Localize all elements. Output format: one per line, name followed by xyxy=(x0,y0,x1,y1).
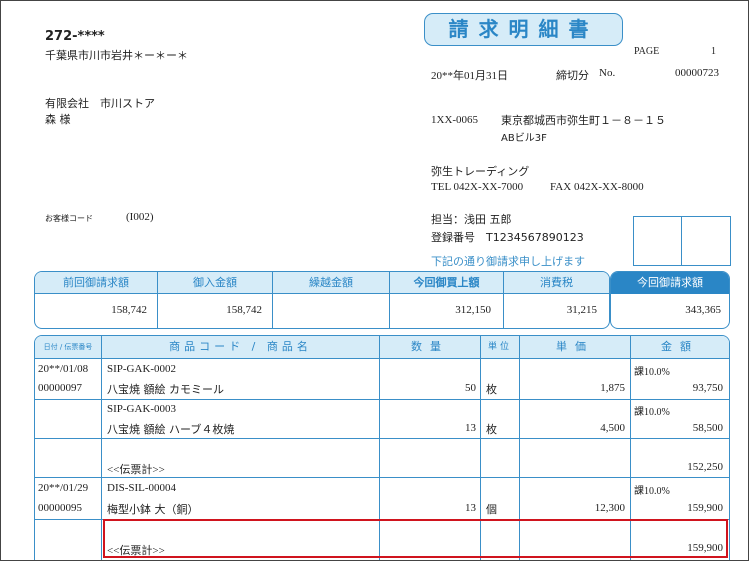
row1-name: 八宝焼 額絵 カモミール xyxy=(107,383,224,396)
summary-header-payment: 御入金額 xyxy=(158,272,272,294)
sender-tel: TEL 042X-XX-7000 xyxy=(431,181,524,193)
summary-header-previous: 前回御請求額 xyxy=(35,272,157,294)
row2-qty: 13 xyxy=(465,422,476,434)
stamp-box xyxy=(633,216,731,266)
summary-header-carryover: 繰越金額 xyxy=(273,272,389,294)
sender-staff: 担当：浅田 五郎 xyxy=(431,213,512,226)
summary-value-purchase: 312,150 xyxy=(455,304,491,316)
details-header-row: 日付 / 伝票番号 商品コード / 商品名 数量 単位 単価 金額 xyxy=(35,336,729,359)
customer-postal: 272-**** xyxy=(45,29,105,44)
row2-name: 八宝焼 額絵 ハーブ４枚焼 xyxy=(107,423,235,436)
row2-unit: 枚 xyxy=(486,423,497,436)
row1-date: 20**/01/08 xyxy=(38,363,89,375)
summary-header-tax: 消費税 xyxy=(504,272,609,294)
header-qty: 数量 xyxy=(411,340,449,353)
summary-box: 前回御請求額 御入金額 繰越金額 今回御買上額 消費税 158,742 158,… xyxy=(34,271,610,329)
row2-code: SIP-GAK-0003 xyxy=(107,403,177,415)
row1-tax: 課10.0% xyxy=(634,367,670,378)
row2-tax: 課10.0% xyxy=(634,407,670,418)
page-label: PAGE xyxy=(634,46,660,57)
row2-price: 4,500 xyxy=(600,422,625,434)
row4-qty: 13 xyxy=(465,502,476,514)
customer-code-label: お客様コード xyxy=(45,214,93,223)
customer-person: 森 様 xyxy=(45,113,71,126)
document-title: 請求明細書 xyxy=(424,13,623,46)
row4-date: 20**/01/29 xyxy=(38,482,89,494)
sender-company: 弥生トレーディング xyxy=(431,165,530,178)
highlight-box xyxy=(103,519,728,558)
row1-code: SIP-GAK-0002 xyxy=(107,363,177,375)
summary-value-payment: 158,742 xyxy=(226,304,262,316)
header-date-slip: 日付 / 伝票番号 xyxy=(43,343,93,351)
row1-unit: 枚 xyxy=(486,383,497,396)
invoice-page: 272-**** 千葉県市川市岩井＊ー＊ー＊ 有限会社 市川ストア 森 様 お客… xyxy=(0,0,749,561)
summary-value-previous: 158,742 xyxy=(111,304,147,316)
row4-price: 12,300 xyxy=(594,502,625,514)
row1-price: 1,875 xyxy=(600,382,625,394)
row1-qty: 50 xyxy=(465,382,476,394)
row3-amount: 152,250 xyxy=(687,461,723,473)
row3-slip-total-label: <<伝票計>> xyxy=(107,464,165,476)
customer-code: (I002) xyxy=(126,211,154,223)
invoice-note: 下記の通り御請求申し上げます xyxy=(431,255,585,268)
summary-header-purchase: 今回御買上額 xyxy=(390,272,503,294)
total-billing-header: 今回御請求額 xyxy=(611,272,729,294)
header-price: 単価 xyxy=(556,340,594,353)
row4-amount: 159,900 xyxy=(687,502,723,514)
closing-label: 締切分 xyxy=(556,69,589,82)
header-unit: 単位 xyxy=(487,342,512,352)
row2-amount: 58,500 xyxy=(692,422,723,434)
page-number: 1 xyxy=(711,46,716,57)
sender-building: ABビル3F xyxy=(501,133,547,144)
invoice-number: 00000723 xyxy=(675,67,719,79)
number-label: No. xyxy=(599,67,616,79)
customer-address: 千葉県市川市岩井＊ー＊ー＊ xyxy=(45,49,188,62)
row4-tax: 課10.0% xyxy=(634,486,670,497)
invoice-date: 20**年01月31日 xyxy=(431,70,508,82)
header-item: 商品コード / 商品名 xyxy=(169,340,312,353)
row4-name: 梅型小鉢 大（銅） xyxy=(107,503,199,516)
sender-reg-number: 登録番号 T1234567890123 xyxy=(431,231,584,244)
total-billing-value: 343,365 xyxy=(685,304,721,316)
sender-postal: 1XX-0065 xyxy=(431,114,479,126)
row1-amount: 93,750 xyxy=(692,382,723,394)
summary-value-carryover xyxy=(273,294,379,326)
row4-code: DIS-SIL-00004 xyxy=(107,482,177,494)
row1-slip: 00000097 xyxy=(38,382,82,394)
row4-unit: 個 xyxy=(486,503,497,516)
customer-company: 有限会社 市川ストア xyxy=(45,97,155,110)
sender-address: 東京都城西市弥生町１－８－１５ xyxy=(501,114,666,127)
total-billing-box: 今回御請求額 343,365 xyxy=(610,271,730,329)
summary-value-tax: 31,215 xyxy=(566,304,597,316)
sender-fax: FAX 042X-XX-8000 xyxy=(550,181,644,193)
row4-slip: 00000095 xyxy=(38,502,82,514)
header-amount: 金額 xyxy=(661,340,699,353)
